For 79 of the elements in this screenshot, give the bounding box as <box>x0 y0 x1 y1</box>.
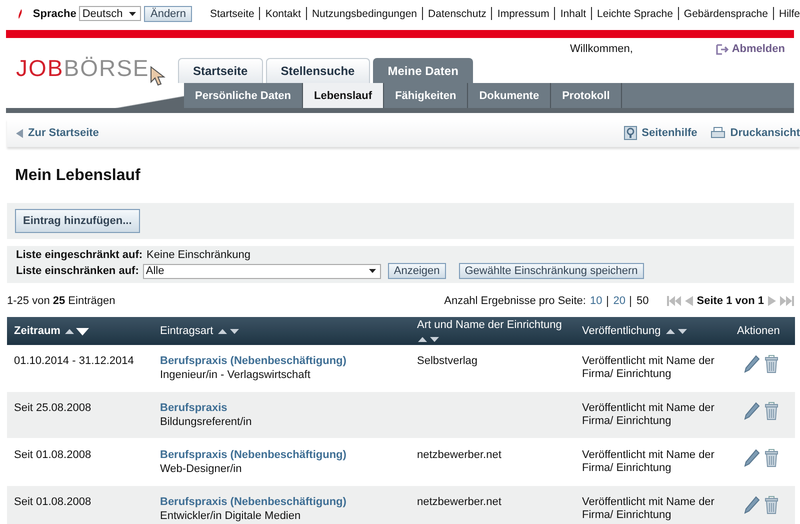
job-title-text: Web-Designer/in <box>160 463 243 476</box>
main-tab[interactable]: Startseite <box>178 58 263 83</box>
filter-select[interactable]: Alle <box>142 264 381 278</box>
job-title-text: Entwickler/in Digitale Medien <box>160 510 302 523</box>
publication-cell-text: Veröffentlicht mit Name der Firma/ Einrichtung <box>582 449 716 475</box>
logout-link[interactable]: Abmelden <box>716 43 785 55</box>
top-link[interactable]: Startseite <box>210 8 254 20</box>
jobboerse-logo[interactable]: JOBBÖRSE <box>16 55 150 82</box>
trash-icon[interactable] <box>765 402 778 420</box>
publication-cell-text: Veröffentlicht mit Name der Firma/ Einrichtung <box>582 402 716 428</box>
top-link[interactable]: Nutzungsbedingungen <box>312 8 418 20</box>
page-info: Seite 1 von 1 <box>696 295 764 307</box>
top-link[interactable]: Inhalt <box>560 8 586 20</box>
top-link[interactable]: Kontakt <box>265 8 301 20</box>
sub-tab[interactable]: Dokumente <box>468 83 552 108</box>
column-header[interactable]: Veröffentlichung <box>582 325 661 337</box>
welcome-text: Willkommen, <box>570 43 633 55</box>
period-cell-text: Seit 01.08.2008 <box>14 449 92 462</box>
period-cell-text: 01.10.2014 - 31.12.2014 <box>14 355 135 368</box>
show-button[interactable]: Anzeigen <box>388 263 446 279</box>
print-link[interactable]: Druckansicht <box>711 127 800 139</box>
printer-icon <box>711 127 726 139</box>
caret-icon <box>368 269 376 273</box>
top-link[interactable]: Leichte Sprache <box>597 8 673 20</box>
pointer-icon <box>150 66 166 86</box>
entry-type-link[interactable]: Berufspraxis (Nebenbeschäftigung) <box>160 449 403 462</box>
top-link[interactable]: Hilfe <box>778 8 800 20</box>
institution-cell-text: netzbewerber.net <box>417 496 502 509</box>
result-count: 1-25 von 25 Einträgen <box>7 295 116 307</box>
job-title-text: Ingenieur/in - Verlagswirtschaft <box>160 369 312 382</box>
institution-cell-text: netzbewerber.net <box>417 449 502 462</box>
publication-cell-text: Veröffentlicht mit Name der Firma/ Einrichtung <box>582 496 716 522</box>
back-triangle-icon <box>16 128 23 138</box>
logout-icon <box>716 44 729 54</box>
period-cell-text: Seit 01.08.2008 <box>14 496 92 509</box>
trash-icon[interactable] <box>765 496 778 514</box>
add-entry-button[interactable]: Eintrag hinzufügen... <box>15 209 140 233</box>
per-page-option[interactable]: 20 <box>613 295 626 307</box>
help-icon <box>624 126 637 140</box>
sort-arrows-icon[interactable] <box>64 326 90 336</box>
per-page-option[interactable]: 10 <box>590 295 602 307</box>
pencil-icon[interactable] <box>744 496 760 514</box>
trash-icon[interactable] <box>765 449 778 467</box>
filter-status-label: Liste eingeschränkt auf: <box>16 249 143 261</box>
top-link[interactable]: Gebärdensprache <box>684 8 768 20</box>
column-header[interactable]: Eintragsart <box>160 325 214 337</box>
column-header[interactable]: Zeitraum <box>14 325 60 337</box>
sub-tab[interactable]: Fähigkeiten <box>384 83 468 108</box>
entry-type-link[interactable]: Berufspraxis (Nebenbeschäftigung) <box>160 496 403 509</box>
filter-label: Liste einschränken auf: <box>16 265 139 277</box>
sub-tab[interactable]: Lebenslauf <box>302 83 384 108</box>
caret-icon <box>129 12 136 16</box>
change-button[interactable]: Ändern <box>144 6 192 22</box>
per-page-option: 50 <box>636 295 649 307</box>
filter-status-value: Keine Einschränkung <box>146 249 251 261</box>
column-header[interactable]: Art und Name der Einrichtung <box>417 318 562 330</box>
pencil-icon[interactable] <box>744 355 760 373</box>
page-title: Mein Lebenslauf <box>14 166 142 186</box>
column-header: Aktionen <box>737 325 780 337</box>
entry-type-link[interactable]: Berufspraxis <box>160 402 403 415</box>
institution-cell-text: Selbstverlag <box>417 355 479 368</box>
job-title-text: Bildungsreferent/in <box>160 416 253 429</box>
back-link[interactable]: Zur Startseite <box>16 127 99 139</box>
save-filter-button[interactable]: Gewählte Einschränkung speichern <box>458 263 644 279</box>
pencil-icon[interactable] <box>744 402 760 420</box>
language-label: Sprache <box>32 8 76 20</box>
main-tab[interactable]: Stellensuche <box>266 58 370 83</box>
pencil-icon[interactable] <box>744 449 760 467</box>
top-link[interactable]: Impressum <box>497 8 550 20</box>
language-select[interactable]: Deutsch <box>79 6 142 21</box>
top-link[interactable]: Datenschutz <box>428 8 486 20</box>
main-tab[interactable]: Meine Daten <box>372 58 474 83</box>
trash-icon[interactable] <box>765 355 778 373</box>
help-link[interactable]: Seitenhilfe <box>624 126 698 140</box>
entry-type-link[interactable]: Berufspraxis (Nebenbeschäftigung) <box>160 355 403 368</box>
publication-cell-text: Veröffentlicht mit Name der Firma/ Einrichtung <box>582 355 716 381</box>
sub-tab[interactable]: Protokoll <box>551 83 622 108</box>
period-cell-text: Seit 25.08.2008 <box>14 402 92 415</box>
per-page-label: Anzahl Ergebnisse pro Seite: <box>444 295 586 307</box>
